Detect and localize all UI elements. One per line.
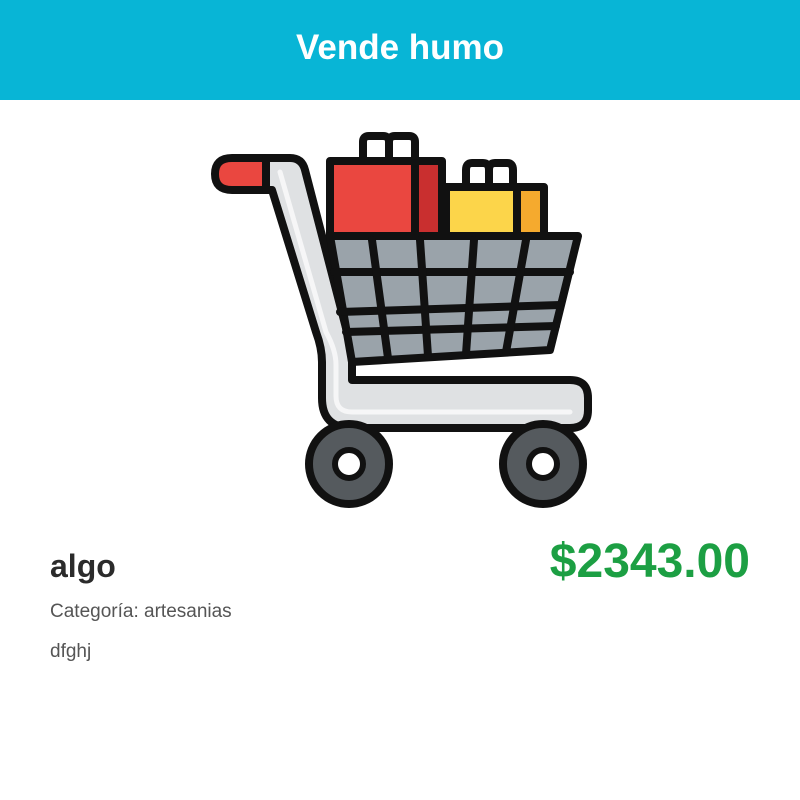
product-description: dfghj xyxy=(50,641,92,662)
product-image xyxy=(200,120,600,520)
category-value: artesanias xyxy=(144,601,232,622)
header-title: Vende humo xyxy=(295,28,505,67)
product-category: Categoría: artesanias xyxy=(50,601,232,623)
category-label: Categoría: xyxy=(50,601,139,622)
product-price: $2343.00 xyxy=(549,535,750,588)
shopping-cart-icon xyxy=(211,132,592,508)
app-header: Vende humo xyxy=(0,0,800,100)
product-name: algo xyxy=(50,548,116,584)
